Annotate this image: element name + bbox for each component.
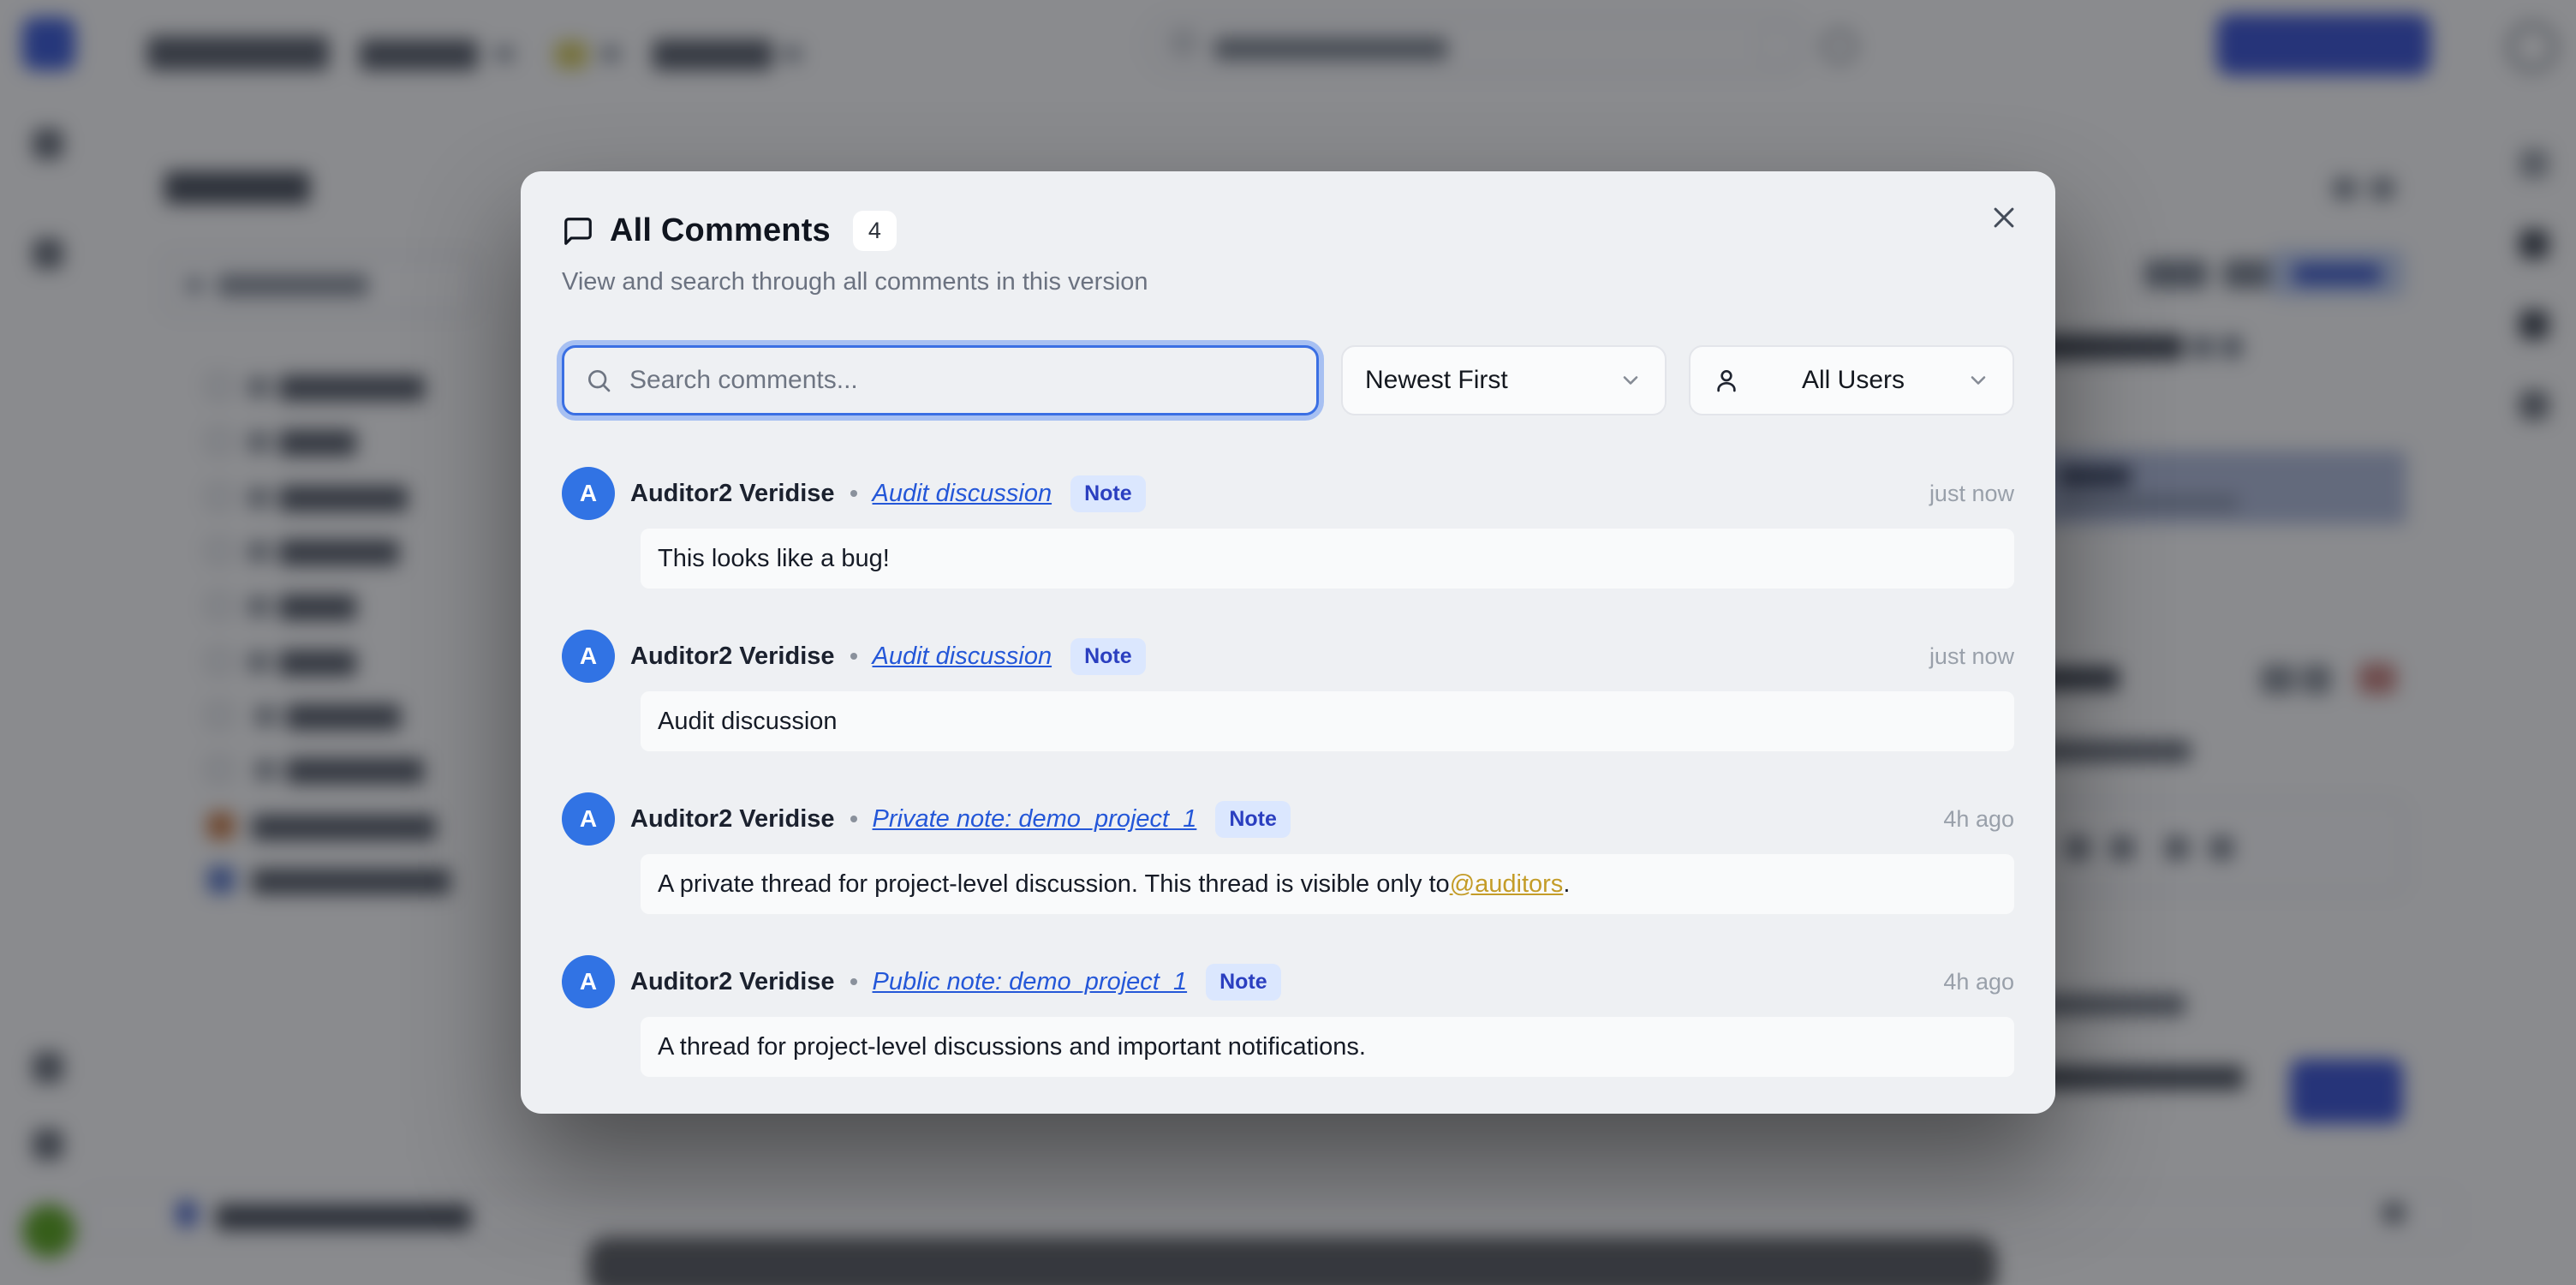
comment-timestamp: just now: [1929, 481, 2014, 507]
avatar: A: [562, 467, 615, 520]
comment-author: Auditor2 Veridise: [630, 968, 835, 996]
close-button[interactable]: [1983, 197, 2024, 238]
comment-controls: Newest First All Users: [562, 345, 2014, 415]
comment-search-box: [562, 345, 1319, 415]
avatar: A: [562, 792, 615, 846]
person-icon: [1713, 367, 1740, 394]
separator-dot: [850, 978, 857, 985]
comment-count-badge: 4: [853, 211, 897, 251]
comment-thread-link[interactable]: Audit discussion: [873, 480, 1052, 508]
sort-dropdown[interactable]: Newest First: [1341, 345, 1667, 415]
comment-thread-link[interactable]: Audit discussion: [873, 642, 1052, 671]
user-filter-label: All Users: [1740, 366, 1966, 395]
comment-text: A private thread for project-level discu…: [658, 870, 1450, 899]
comment-bubble-icon: [562, 215, 594, 248]
comment-item: A Auditor2 Veridise Audit discussion Not…: [562, 467, 2014, 589]
comment-thread-link[interactable]: Public note: demo_project_1: [873, 968, 1188, 996]
all-comments-dialog: All Comments 4 View and search through a…: [521, 171, 2055, 1114]
comment-header: A Auditor2 Veridise Private note: demo_p…: [562, 792, 2014, 846]
comment-text: A thread for project-level discussions a…: [658, 1033, 1366, 1061]
note-badge: Note: [1215, 801, 1291, 838]
comment-text-suffix: .: [1563, 870, 1570, 899]
search-icon: [585, 367, 612, 394]
note-badge: Note: [1070, 638, 1146, 675]
comment-item: A Auditor2 Veridise Public note: demo_pr…: [562, 955, 2014, 1077]
comment-header: A Auditor2 Veridise Audit discussion Not…: [562, 467, 2014, 520]
comment-header: A Auditor2 Veridise Public note: demo_pr…: [562, 955, 2014, 1008]
separator-dot: [850, 653, 857, 660]
dialog-subtitle: View and search through all comments in …: [562, 265, 2014, 299]
sort-dropdown-label: Newest First: [1365, 366, 1619, 395]
separator-dot: [850, 816, 857, 822]
dialog-title: All Comments: [610, 212, 831, 249]
close-icon: [1989, 203, 2018, 232]
comment-author: Auditor2 Veridise: [630, 805, 835, 834]
avatar: A: [562, 630, 615, 683]
comment-text: Audit discussion: [658, 708, 838, 736]
comment-thread-link[interactable]: Private note: demo_project_1: [873, 805, 1197, 834]
comment-item: A Auditor2 Veridise Private note: demo_p…: [562, 792, 2014, 914]
comment-header: A Auditor2 Veridise Audit discussion Not…: [562, 630, 2014, 683]
comment-body: Audit discussion: [641, 691, 2014, 751]
comment-item: A Auditor2 Veridise Audit discussion Not…: [562, 630, 2014, 751]
mention-link[interactable]: @auditors: [1450, 870, 1564, 899]
comment-body: A thread for project-level discussions a…: [641, 1017, 2014, 1077]
comment-timestamp: 4h ago: [1943, 969, 2014, 995]
comment-author: Auditor2 Veridise: [630, 642, 835, 671]
note-badge: Note: [1070, 475, 1146, 512]
separator-dot: [850, 490, 857, 497]
user-filter-dropdown[interactable]: All Users: [1689, 345, 2014, 415]
dialog-header: All Comments 4: [562, 211, 2014, 251]
chevron-down-icon: [1619, 368, 1643, 392]
comment-list: A Auditor2 Veridise Audit discussion Not…: [562, 467, 2014, 1077]
comment-body: This looks like a bug!: [641, 529, 2014, 589]
comment-text: This looks like a bug!: [658, 545, 890, 573]
comment-body: A private thread for project-level discu…: [641, 854, 2014, 914]
comment-timestamp: just now: [1929, 643, 2014, 670]
chevron-down-icon: [1966, 368, 1990, 392]
search-comments-input[interactable]: [628, 365, 1296, 396]
comment-timestamp: 4h ago: [1943, 806, 2014, 833]
note-badge: Note: [1206, 964, 1281, 1001]
app-screen: All Comments 4 View and search through a…: [0, 0, 2576, 1285]
avatar: A: [562, 955, 615, 1008]
comment-author: Auditor2 Veridise: [630, 480, 835, 508]
